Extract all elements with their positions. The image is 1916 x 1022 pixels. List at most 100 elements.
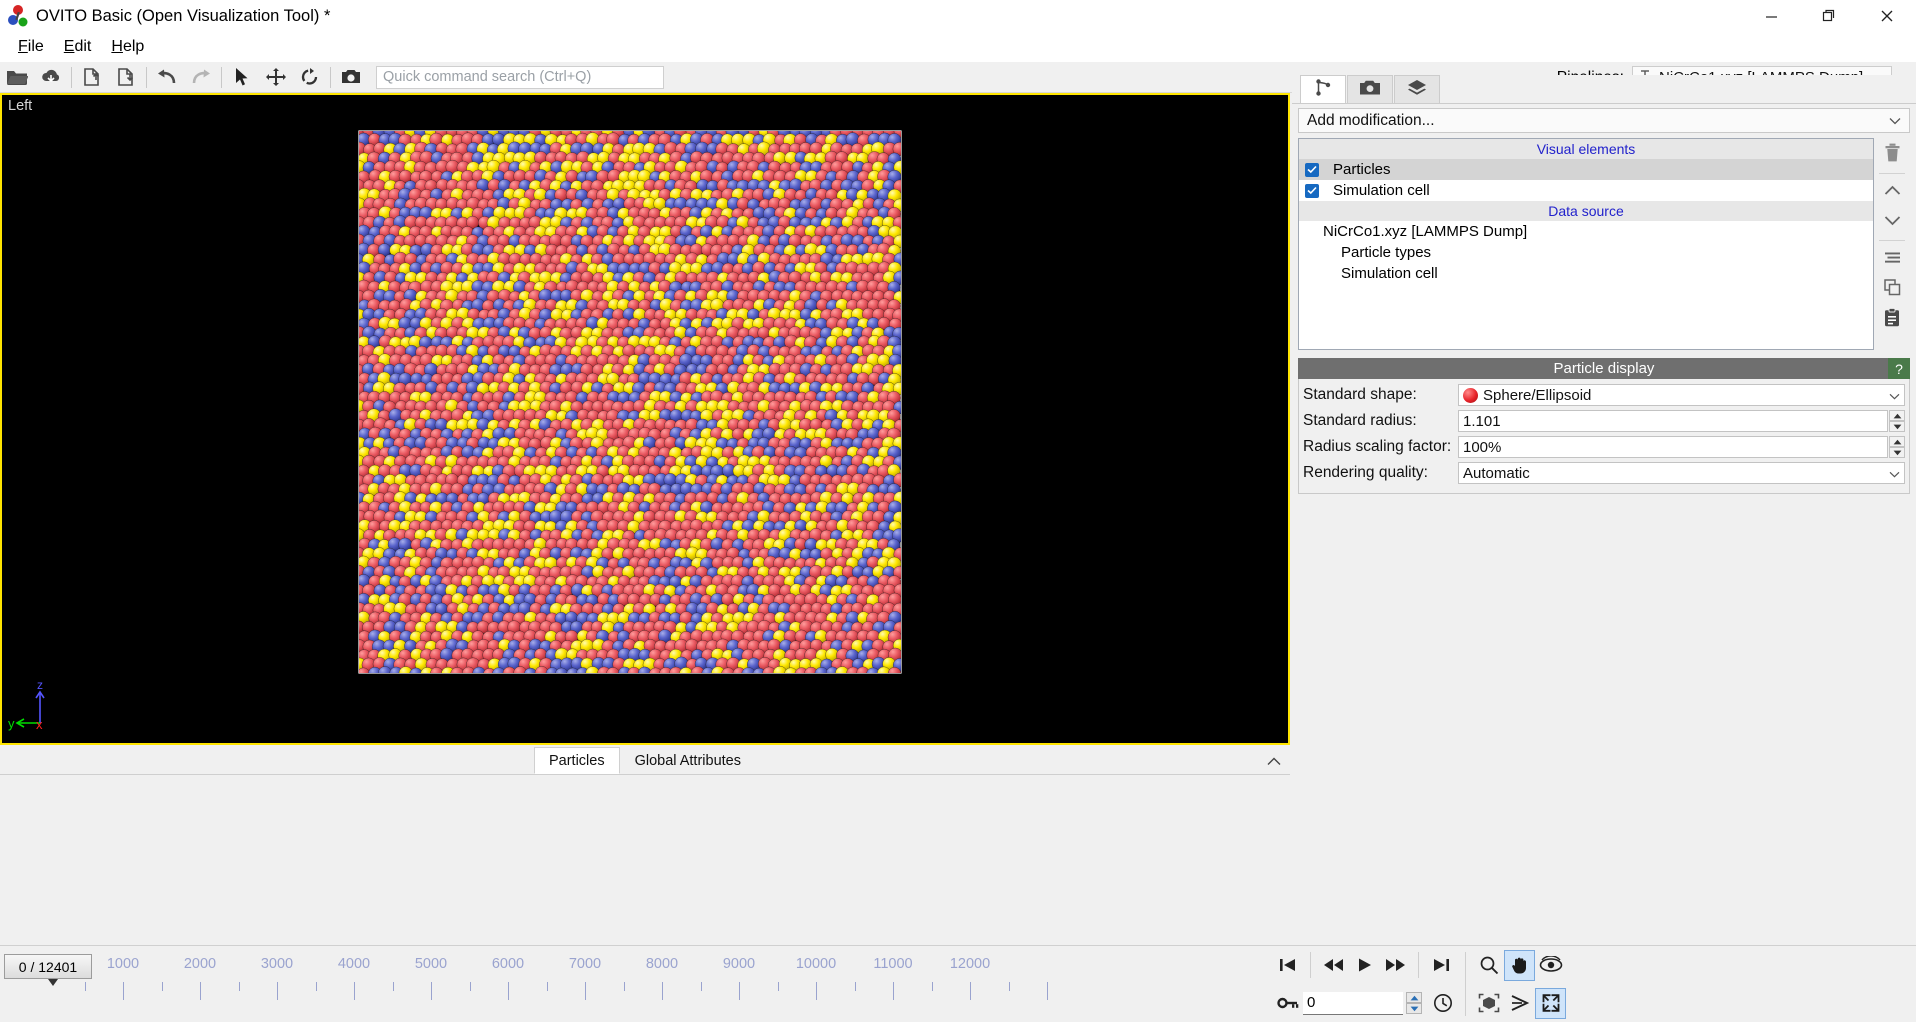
overlays-tab[interactable] [1394,75,1440,103]
current-frame-stepper[interactable] [1406,992,1422,1014]
section-header-data-source: Data source [1299,201,1873,221]
goto-start-button[interactable] [1272,950,1303,981]
zoom-scene-extents-button[interactable] [1473,988,1504,1019]
auto-key-mode-button[interactable] [1272,988,1303,1019]
data-inspector-tabbar: Particles Global Attributes [0,747,1290,775]
rotate-mode-button[interactable] [293,63,327,92]
next-frame-button[interactable] [1380,950,1411,981]
hamburger-lines-icon [1884,251,1901,268]
zoom-tool-button[interactable] [1473,950,1504,981]
stepper-down-icon[interactable] [1406,1003,1422,1014]
timeline-tick [431,982,432,1000]
timeline-tick [700,982,702,991]
animation-controls [1272,946,1916,1022]
stepper-up-icon[interactable] [1889,410,1905,421]
radius-scaling-factor-stepper[interactable] [1889,436,1905,458]
checkbox-simulation-cell[interactable] [1305,183,1319,198]
pipeline-list[interactable]: Visual elements Particles Simulation cel… [1298,138,1874,350]
pipeline-item-particle-types[interactable]: Particle types [1299,242,1873,263]
move-mode-button[interactable] [259,63,293,92]
playback-sep-1 [1310,952,1311,978]
help-button[interactable]: ? [1888,358,1910,379]
render-tab[interactable] [1347,75,1393,103]
standard-shape-combo[interactable]: Sphere/Ellipsoid [1458,384,1905,406]
pipeline-item-source-file[interactable]: NiCrCo1.xyz [LAMMPS Dump] [1299,221,1873,242]
chevron-down-icon [1889,112,1901,130]
timeline-tick [161,982,163,991]
standard-radius-input[interactable]: 1.101 [1458,410,1888,432]
timeline-tick [392,982,394,991]
keyframe-row [1272,984,1458,1022]
menu-help[interactable]: Help [101,35,154,59]
pipeline-item-label: Simulation cell [1333,182,1430,199]
menu-file-rest: ile [27,38,44,55]
animation-settings-button[interactable] [1427,988,1458,1019]
render-button[interactable] [334,63,368,92]
svg-text:x: x [36,717,43,732]
particle-display-title[interactable]: Particle display ? [1298,358,1910,379]
timeline-label: 9000 [722,956,756,972]
checkbox-particles[interactable] [1305,162,1319,177]
quick-command-search-input[interactable] [376,65,664,89]
move-down-button[interactable] [1877,207,1907,237]
timeline-tick [546,982,548,991]
pipeline-item-source-simulation-cell[interactable]: Simulation cell [1299,263,1873,284]
pipeline-item-simulation-cell[interactable]: Simulation cell [1299,180,1873,201]
pipeline-branch-icon [1314,78,1333,101]
menu-file[interactable]: File [8,35,54,59]
tab-particles[interactable]: Particles [533,747,620,774]
goto-end-button[interactable] [1426,950,1457,981]
undo-button[interactable] [150,63,184,92]
menu-edit[interactable]: Edit [54,35,102,59]
standard-radius-stepper[interactable] [1889,410,1905,432]
maximize-viewport-button[interactable] [1535,987,1566,1019]
rendering-quality-value: Automatic [1463,464,1530,482]
timeline-tick [585,982,586,1000]
toggle-entry-button[interactable] [1877,244,1907,274]
chevron-up-icon[interactable] [1264,751,1284,771]
add-modification-combo[interactable]: Add modification... [1298,108,1910,133]
copy-pipeline-button[interactable] [1877,274,1907,304]
add-modification-label: Add modification... [1307,111,1435,129]
redo-button[interactable] [184,63,218,92]
delete-modifier-button[interactable] [1877,140,1907,170]
stepper-down-icon[interactable] [1889,421,1905,432]
pan-tool-button[interactable] [1504,949,1535,981]
save-session-button[interactable] [109,63,143,92]
timeline-label: 6000 [491,956,525,972]
chevron-down-icon [1889,465,1900,482]
axis-tripod: z y x [8,678,45,732]
timeline-tick [1047,982,1048,1000]
stepper-down-icon[interactable] [1889,447,1905,458]
tab-global-attributes[interactable]: Global Attributes [620,747,756,774]
maximize-button[interactable] [1800,0,1858,32]
stepper-up-icon[interactable] [1406,992,1422,1003]
open-file-button[interactable] [0,63,34,92]
play-animation-button[interactable] [1349,950,1380,981]
timeline-tick [1008,982,1010,991]
timeline-label: 11000 [873,956,913,972]
open-session-button[interactable] [75,63,109,92]
orbit-tool-button[interactable] [1535,950,1566,981]
timeline[interactable]: 0 / 12401 1000 2000 3000 4000 5000 6000 7000 80… [0,946,1270,1022]
timeline-tick [893,982,894,1000]
radius-scaling-factor-input[interactable]: 100% [1458,436,1888,458]
minimize-button[interactable] [1742,0,1800,32]
select-mode-button[interactable] [225,63,259,92]
timeline-label: 8000 [645,956,679,972]
clipboard-button[interactable] [1877,304,1907,334]
current-frame-input[interactable] [1303,991,1403,1015]
previous-frame-button[interactable] [1318,950,1349,981]
move-up-button[interactable] [1877,177,1907,207]
pipeline-tab[interactable] [1300,75,1346,103]
timeline-cursor[interactable] [48,979,58,986]
field-of-view-button[interactable] [1504,988,1535,1019]
close-button[interactable] [1858,0,1916,32]
timeline-label: 10000 [795,956,837,972]
camera-icon [1359,79,1381,100]
pipeline-item-particles[interactable]: Particles [1299,159,1873,180]
stepper-up-icon[interactable] [1889,436,1905,447]
viewport-left[interactable]: Left z y x [0,93,1290,745]
load-remote-file-button[interactable] [34,63,68,92]
rendering-quality-combo[interactable]: Automatic [1458,462,1905,484]
